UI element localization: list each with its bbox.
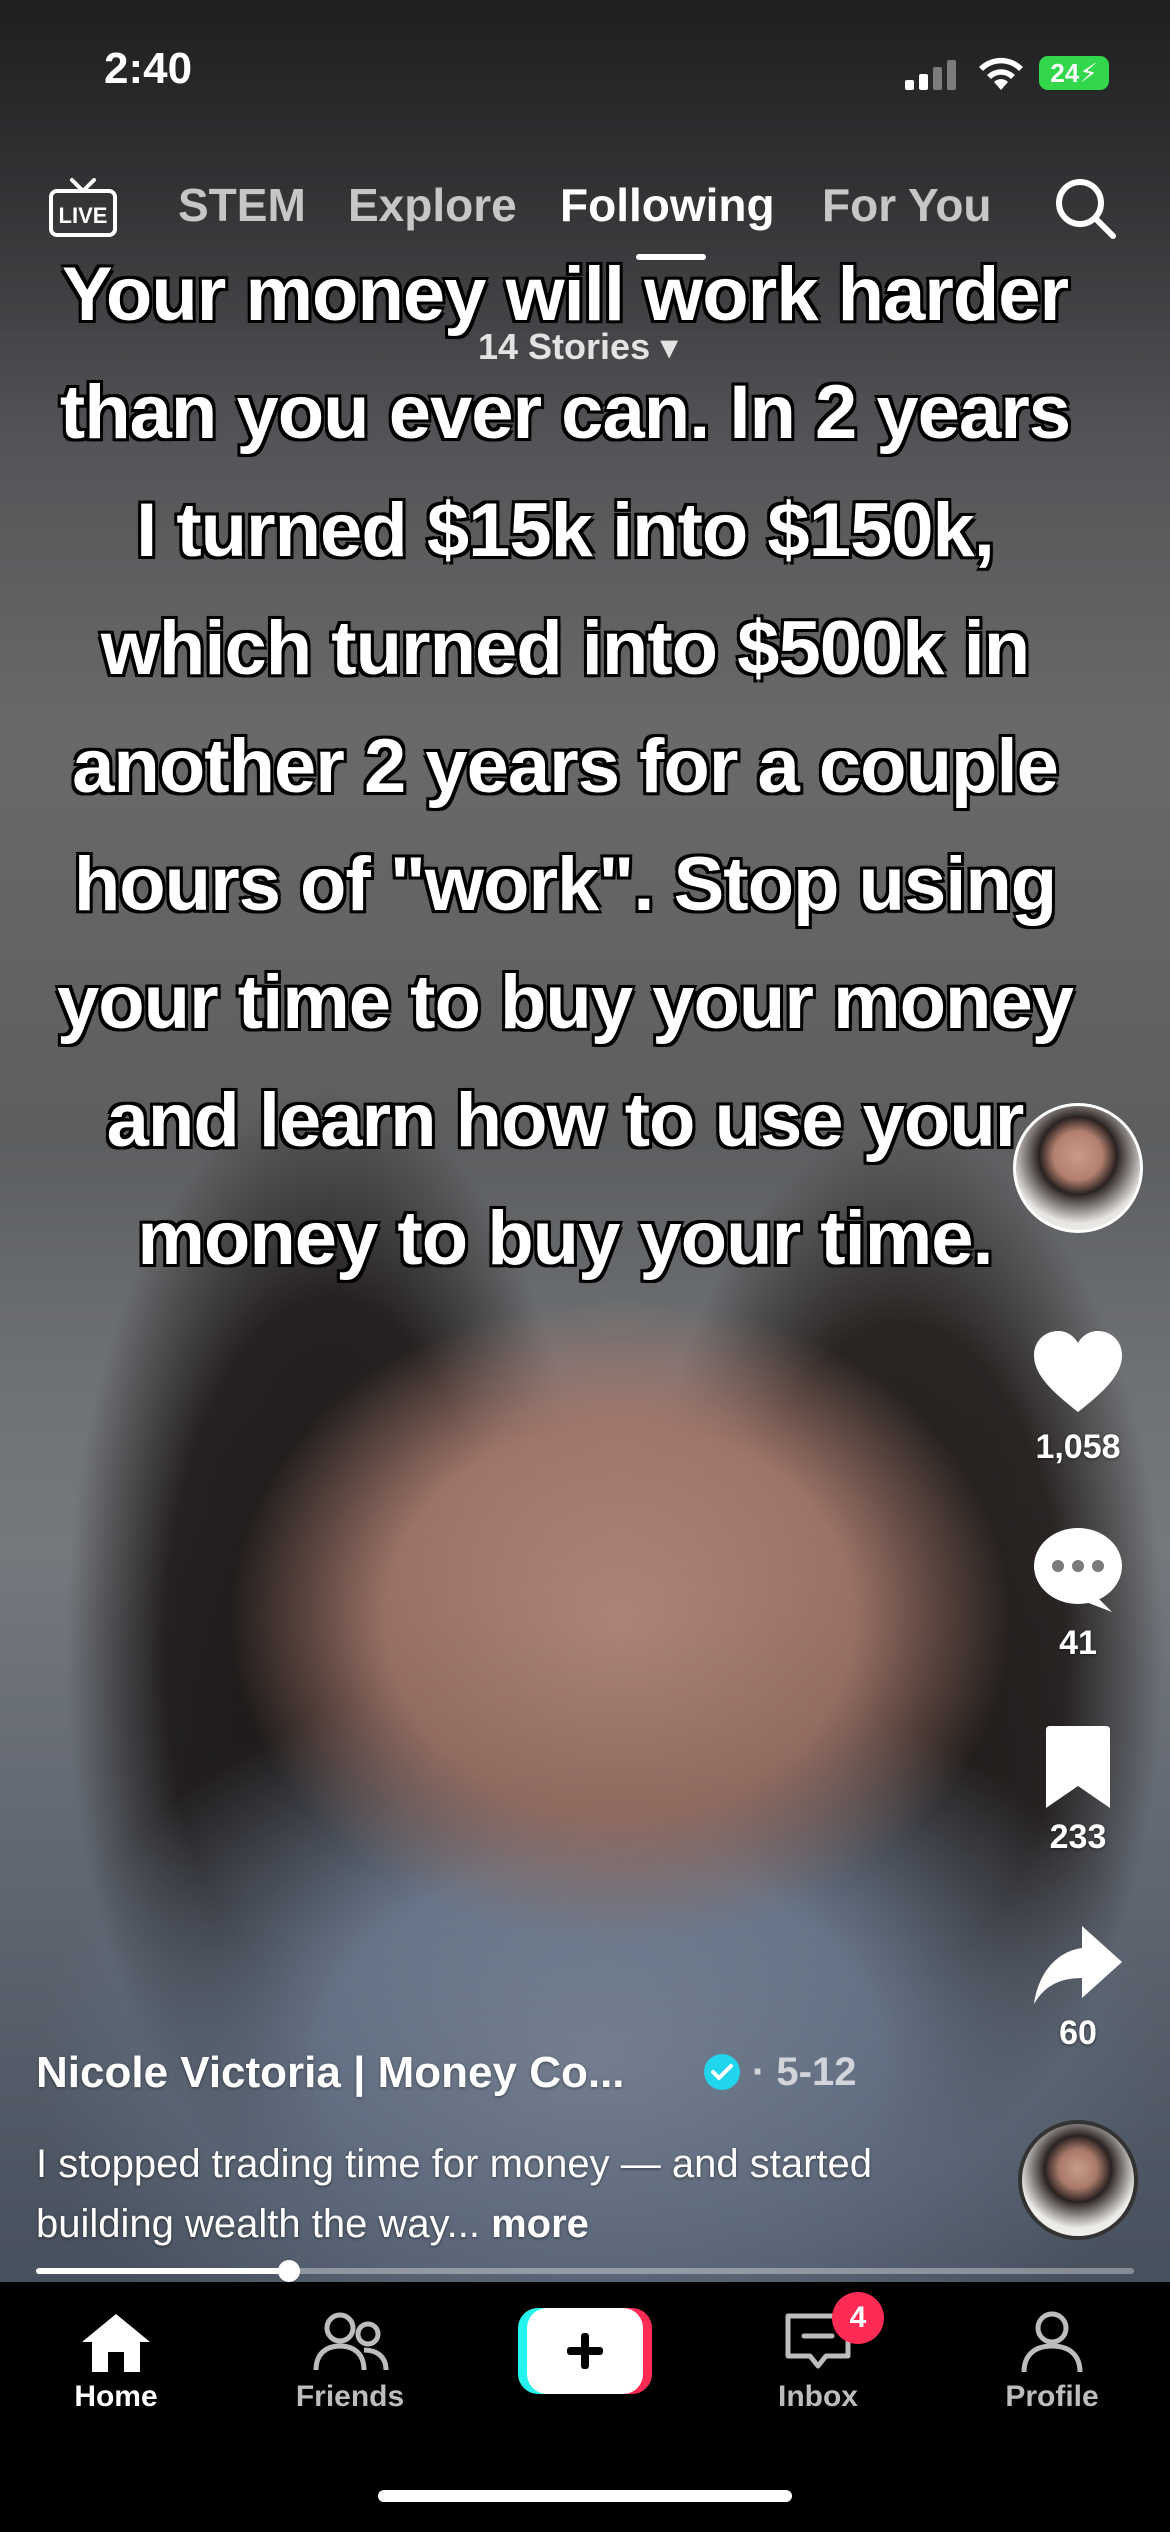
tab-home[interactable]: Home — [36, 2310, 196, 2414]
live-label: LIVE — [59, 203, 108, 228]
like-count: 1,058 — [1035, 1428, 1121, 1466]
progress-scrubber[interactable] — [277, 2260, 300, 2282]
comment-icon[interactable] — [1030, 1526, 1126, 1616]
tab-stem[interactable]: STEM — [178, 178, 306, 232]
share-count: 60 — [1059, 2014, 1097, 2052]
post-description[interactable]: I stopped trading time for money — and s… — [36, 2134, 936, 2254]
home-icon — [82, 2314, 150, 2372]
video-progress-bar[interactable] — [36, 2260, 1134, 2282]
description-text: I stopped trading time for money — and s… — [36, 2142, 872, 2246]
status-time: 2:40 — [104, 44, 193, 93]
tab-friends-label: Friends — [295, 2380, 405, 2413]
tab-profile-label: Profile — [1005, 2380, 1099, 2413]
inbox-notification-badge: 4 — [832, 2292, 884, 2344]
share-arrow-icon[interactable] — [1030, 1920, 1126, 2010]
video-caption-overlay: Your money will work harder than you eve… — [56, 252, 1074, 1281]
tab-friends[interactable]: Friends — [270, 2310, 430, 2414]
bottom-tab-bar: Home Friends Inbox 4 Profile — [0, 2282, 1170, 2532]
live-tv-icon[interactable]: LIVE — [48, 178, 118, 238]
tab-explore[interactable]: Explore — [348, 178, 517, 232]
tab-inbox-label: Inbox — [778, 2380, 858, 2413]
cellular-signal-icon — [905, 60, 956, 90]
more-link[interactable]: more — [491, 2202, 589, 2246]
tab-profile[interactable]: Profile — [972, 2310, 1132, 2414]
creator-avatar[interactable] — [1013, 1103, 1143, 1233]
tab-home-label: Home — [74, 2380, 158, 2413]
video-feed-screen: 2:40 24⚡ LIVE STEM Explore Following For… — [0, 0, 1170, 2532]
author-name[interactable]: Nicole Victoria | Money Co... — [36, 2048, 625, 2098]
comment-count: 41 — [1059, 1624, 1097, 1662]
friends-icon — [313, 2312, 389, 2371]
sound-disc[interactable] — [1018, 2120, 1138, 2240]
create-plus-icon[interactable] — [518, 2308, 652, 2394]
battery-level: 24 — [1050, 58, 1080, 88]
search-icon[interactable] — [1052, 175, 1118, 241]
verified-badge-icon — [704, 2054, 740, 2090]
battery-indicator: 24⚡ — [1039, 56, 1109, 90]
profile-icon — [1021, 2311, 1083, 2373]
wifi-icon — [979, 57, 1023, 90]
bookmark-icon[interactable] — [1030, 1722, 1126, 1812]
home-indicator — [378, 2490, 792, 2502]
post-date: · 5-12 — [752, 2050, 857, 2094]
tab-for-you[interactable]: For You — [822, 178, 992, 232]
save-count: 233 — [1049, 1818, 1107, 1856]
tab-following[interactable]: Following — [560, 178, 775, 232]
heart-icon[interactable] — [1030, 1328, 1126, 1418]
progress-fill — [36, 2268, 289, 2274]
